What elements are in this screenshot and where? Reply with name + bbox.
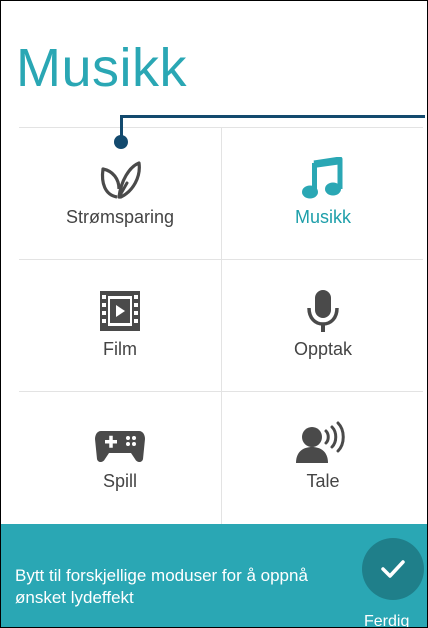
- music-note-icon: [302, 155, 344, 203]
- hint-banner: Bytt til forskjellige moduser for å oppn…: [1, 524, 427, 627]
- mode-label: Strømsparing: [65, 207, 175, 227]
- mode-tile-games[interactable]: Spill: [19, 392, 221, 523]
- mode-label: Tale: [306, 471, 340, 491]
- speaking-person-icon: [296, 419, 350, 467]
- microphone-icon: [305, 287, 341, 335]
- mode-label: Spill: [102, 471, 137, 491]
- done-button[interactable]: [362, 538, 424, 600]
- mode-tile-recording[interactable]: Opptak: [222, 260, 424, 391]
- mode-label: Musikk: [294, 207, 351, 227]
- done-label[interactable]: Ferdig: [364, 613, 409, 627]
- app-screen: Musikk Strømsparing Musikk Film Opptak S…: [0, 0, 428, 628]
- page-title: Musikk: [16, 38, 188, 98]
- hint-text: Bytt til forskjellige moduser for å oppn…: [15, 566, 308, 607]
- callout-pointer-dot: [114, 135, 128, 149]
- gamepad-icon: [93, 419, 147, 467]
- mode-tile-film[interactable]: Film: [19, 260, 221, 391]
- mode-label: Opptak: [293, 339, 353, 359]
- mode-label: Film: [103, 339, 137, 359]
- callout-pointer-line: [120, 115, 425, 139]
- mode-tile-music[interactable]: Musikk: [222, 128, 424, 259]
- checkmark-icon: [381, 560, 405, 578]
- mode-tile-speech[interactable]: Tale: [222, 392, 424, 523]
- leaf-icon: [97, 155, 143, 203]
- film-icon: [98, 287, 142, 335]
